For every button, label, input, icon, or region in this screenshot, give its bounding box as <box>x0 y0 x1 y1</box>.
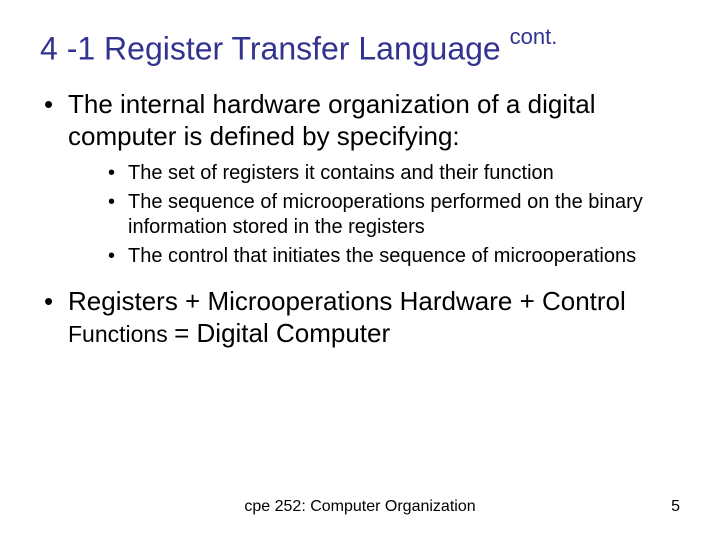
sub-bullet-text: The control that initiates the sequence … <box>128 245 636 267</box>
sub-bullet-item: The sequence of microoperations performe… <box>108 190 680 240</box>
bullet-text: The internal hardware organization of a … <box>68 89 596 152</box>
equation-part: Registers + Microoperations Hardware + C… <box>68 286 626 316</box>
title-main: 4 -1 Register Transfer Language <box>40 31 510 67</box>
sub-bullet-text: The sequence of microoperations performe… <box>128 191 643 238</box>
slide-title: 4 -1 Register Transfer Language cont. <box>40 28 680 68</box>
sub-bullet-item: The control that initiates the sequence … <box>108 244 680 269</box>
bullet-item: Registers + Microoperations Hardware + C… <box>40 285 680 350</box>
main-bullet-list: The internal hardware organization of a … <box>40 88 680 350</box>
title-superscript: cont. <box>510 24 558 49</box>
sub-bullet-text: The set of registers it contains and the… <box>128 162 554 184</box>
footer-course: cpe 252: Computer Organization <box>0 498 720 516</box>
page-number: 5 <box>671 498 680 516</box>
equation-part: = Digital Computer <box>174 318 390 348</box>
equation-part: Functions <box>68 321 174 347</box>
sub-bullet-item: The set of registers it contains and the… <box>108 161 680 186</box>
sub-bullet-list: The set of registers it contains and the… <box>68 161 680 269</box>
bullet-item: The internal hardware organization of a … <box>40 88 680 269</box>
